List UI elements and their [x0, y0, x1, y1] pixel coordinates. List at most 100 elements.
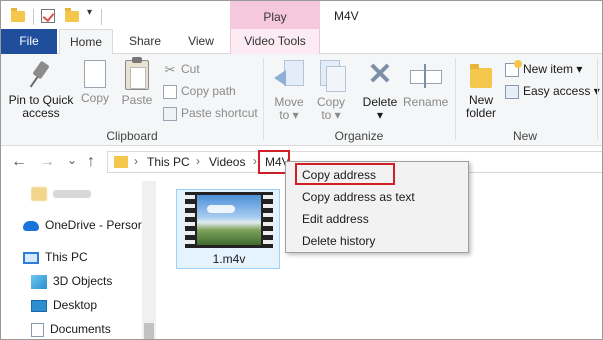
up-arrow-icon[interactable]: ↑ — [87, 153, 95, 171]
window-title: M4V — [334, 9, 359, 23]
tab-share[interactable]: Share — [117, 29, 173, 54]
play-contextual-label: Play — [263, 10, 287, 24]
new-folder-icon[interactable] — [65, 8, 79, 22]
3d-objects-icon — [31, 274, 47, 289]
move-to-line2: to ▾ — [279, 108, 299, 122]
this-pc-icon — [23, 251, 39, 264]
breadcrumb-chevron-icon[interactable]: › — [253, 154, 257, 168]
nav-item-desktop[interactable]: Desktop — [31, 295, 151, 315]
new-item-icon — [505, 59, 522, 77]
file-explorer-window: ▾ Play M4V File Home Share View Video To… — [0, 0, 603, 340]
properties-check-icon[interactable] — [41, 9, 55, 23]
group-divider — [455, 58, 456, 140]
landscape-thumbnail — [197, 195, 261, 245]
breadcrumb-videos[interactable]: Videos — [209, 155, 245, 169]
film-sprocket-left — [185, 192, 195, 248]
nav-item-blurred[interactable] — [31, 183, 151, 203]
scissors-icon: ✂ — [164, 61, 176, 77]
nav-scrollbar[interactable] — [142, 181, 156, 339]
easy-access-icon — [505, 84, 519, 99]
delete-dropdown-icon: ▾ — [376, 108, 384, 122]
forward-arrow-icon[interactable]: → — [39, 153, 55, 171]
tab-view[interactable]: View — [175, 29, 227, 54]
nav-item-label: 3D Objects — [53, 274, 113, 288]
new-folder-icon — [468, 60, 494, 90]
new-folder-line2: folder — [465, 106, 497, 120]
rename-icon — [408, 60, 442, 92]
onedrive-cloud-icon — [23, 220, 39, 231]
group-divider — [597, 58, 598, 140]
paste-shortcut-label: Paste shortcut — [181, 106, 258, 120]
delete-button[interactable]: ✕ Delete ▾ — [359, 60, 401, 122]
copy-icon — [80, 57, 106, 88]
file-item[interactable]: 1.m4v — [176, 189, 280, 269]
pin-to-quick-access-button[interactable]: Pin to Quick access — [5, 60, 77, 120]
copy-to-line2: to ▾ — [321, 108, 341, 122]
paste-label: Paste — [121, 93, 153, 107]
quick-access-divider — [101, 9, 102, 25]
easy-access-button[interactable]: Easy access ▾ — [505, 82, 600, 100]
cut-button[interactable]: ✂ Cut — [163, 60, 200, 78]
copy-button[interactable]: Copy — [77, 57, 113, 105]
tab-file[interactable]: File — [1, 29, 57, 54]
nav-item-label: Desktop — [53, 298, 98, 312]
nav-item-3d-objects[interactable]: 3D Objects — [31, 271, 151, 291]
move-to-icon — [274, 60, 304, 92]
customize-dropdown-icon[interactable]: ▾ — [87, 7, 92, 23]
ribbon-home: Pin to Quick access Copy Paste ✂ Cut Copy… — [1, 54, 602, 146]
breadcrumb-chevron-icon[interactable]: › — [196, 154, 200, 168]
organize-group-label: Organize — [334, 129, 384, 143]
copy-address-highlight-box — [295, 163, 395, 185]
copy-path-button[interactable]: Copy path — [163, 82, 236, 100]
cut-label: Cut — [181, 62, 200, 76]
nav-scrollbar-thumb[interactable] — [144, 323, 154, 339]
folder-icon — [114, 156, 128, 168]
folder-icon[interactable] — [11, 8, 25, 22]
copy-label: Copy — [80, 91, 109, 105]
tab-video-tools[interactable]: Video Tools — [230, 29, 320, 54]
nav-item-onedrive[interactable]: OneDrive - Persor — [23, 215, 143, 235]
ribbon-tab-bar: File Home Share View Video Tools — [1, 29, 602, 55]
clipboard-icon — [125, 57, 149, 90]
blurred-label — [53, 189, 91, 198]
recent-locations-chevron-icon[interactable]: ⌄ — [67, 151, 77, 169]
nav-item-label: OneDrive - Persor — [45, 218, 142, 232]
back-arrow-icon[interactable]: ← — [11, 153, 27, 171]
new-item-label: New item ▾ — [523, 62, 583, 76]
copy-path-label: Copy path — [181, 84, 236, 98]
clipboard-group-label: Clipboard — [106, 129, 158, 143]
tab-home[interactable]: Home — [59, 29, 113, 55]
group-divider — [263, 58, 264, 140]
rename-label: Rename — [403, 95, 449, 109]
file-name: 1.m4v — [212, 252, 246, 266]
copy-path-icon — [163, 84, 177, 99]
new-group-label: New — [512, 129, 537, 143]
film-sprocket-right — [263, 192, 273, 248]
documents-icon — [31, 322, 44, 337]
easy-access-label: Easy access ▾ — [523, 84, 600, 98]
pin-label-line2: access — [22, 106, 60, 120]
desktop-icon — [31, 299, 47, 312]
rename-button[interactable]: Rename — [403, 60, 449, 109]
pin-icon — [29, 60, 53, 90]
nav-item-documents[interactable]: Documents — [31, 319, 151, 339]
breadcrumb-chevron-icon[interactable]: › — [134, 154, 138, 168]
breadcrumb-this-pc[interactable]: This PC — [147, 155, 190, 169]
nav-item-label: This PC — [45, 250, 88, 264]
navigation-pane: OneDrive - Persor This PC 3D Objects Des… — [1, 177, 156, 339]
paste-shortcut-button[interactable]: Paste shortcut — [163, 104, 258, 122]
new-item-button[interactable]: New item ▾ — [505, 59, 583, 78]
blurred-folder-icon — [31, 186, 47, 201]
copy-to-button[interactable]: Copy to ▾ — [311, 60, 351, 122]
nav-item-this-pc[interactable]: This PC — [23, 247, 143, 267]
copy-to-icon — [316, 60, 346, 92]
nav-item-label: Documents — [50, 322, 111, 336]
menu-item-edit-address[interactable]: Edit address — [302, 209, 369, 229]
quick-access-divider — [33, 9, 34, 25]
paste-button[interactable]: Paste — [117, 57, 157, 107]
menu-item-copy-address-as-text[interactable]: Copy address as text — [302, 187, 415, 207]
new-folder-button[interactable]: New folder — [461, 60, 501, 120]
video-thumbnail-icon — [185, 192, 273, 248]
move-to-button[interactable]: Move to ▾ — [269, 60, 309, 122]
menu-item-delete-history[interactable]: Delete history — [302, 231, 375, 251]
